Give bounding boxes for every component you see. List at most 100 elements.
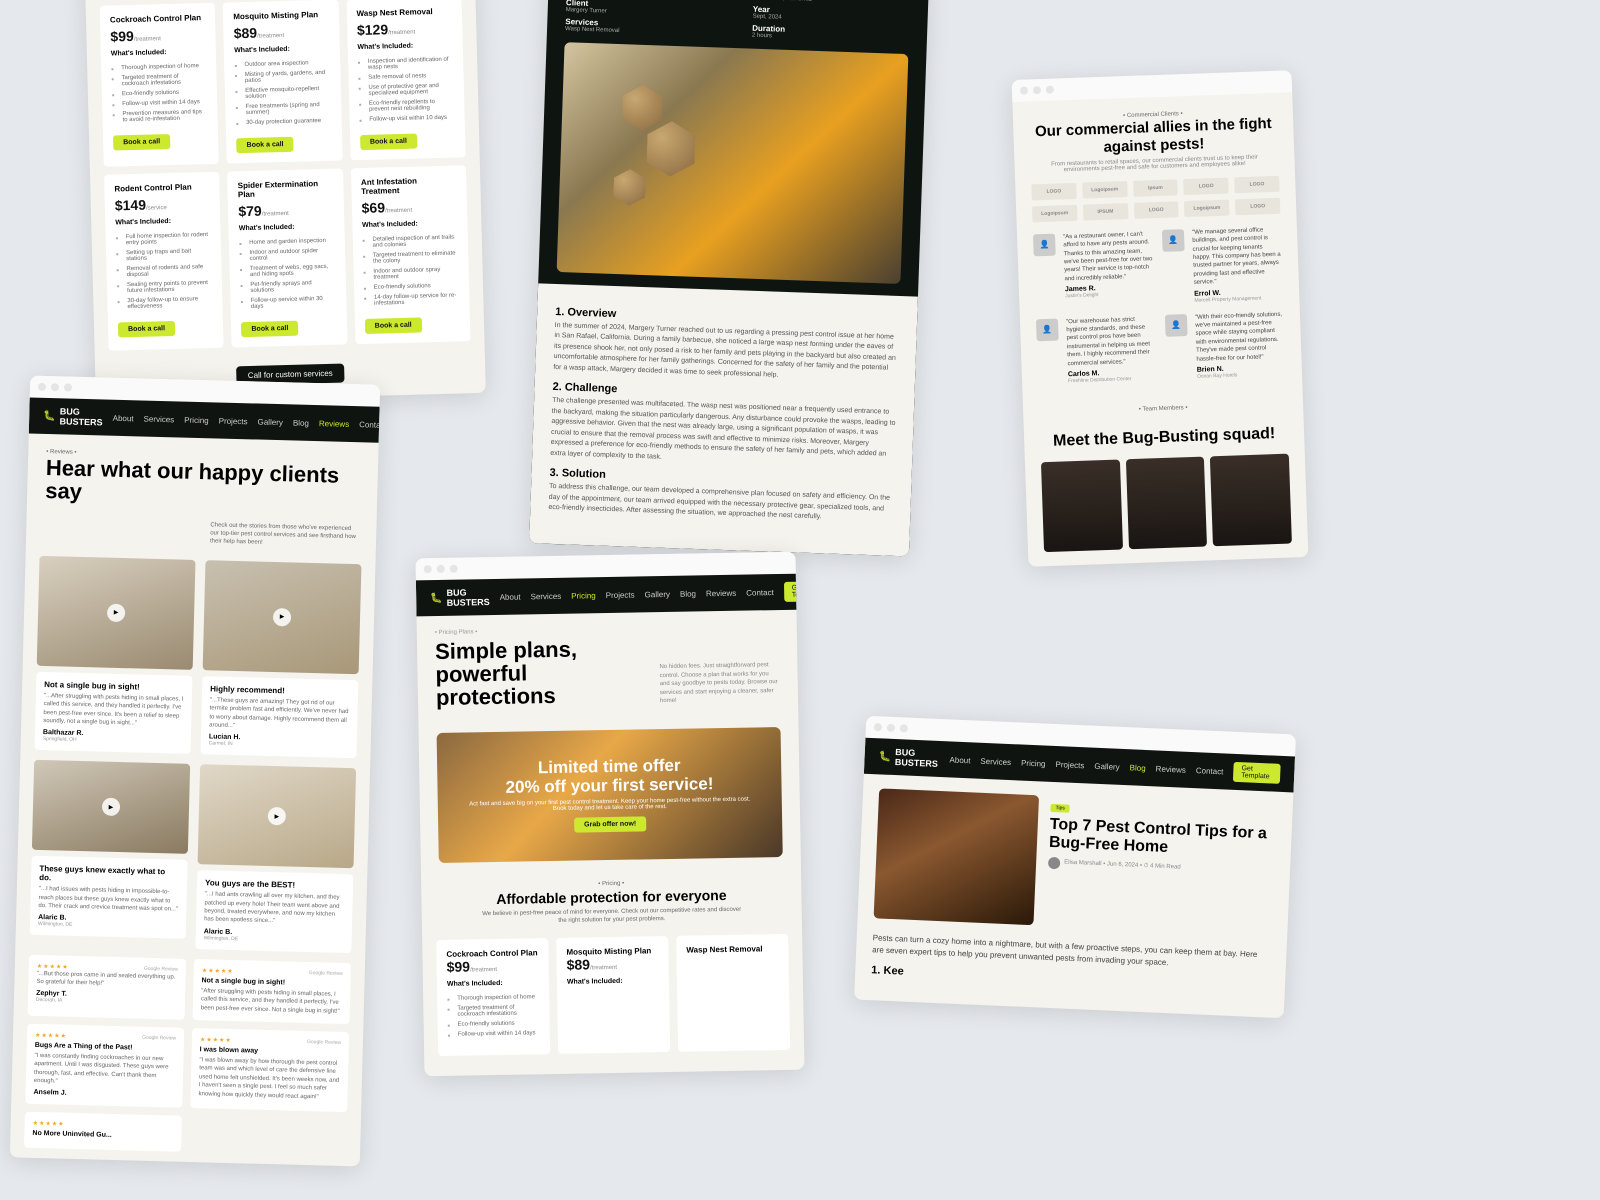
promo-line2: 20% off your first service! (505, 775, 713, 797)
brand-logo[interactable]: BUG BUSTERS (430, 587, 490, 608)
nav-link[interactable]: Projects (1055, 760, 1084, 770)
text-reviews-grid: ★★★★★Google Review "...But those pros ca… (10, 944, 365, 1166)
testimonial: 👤"Our warehouse has strict hygiene stand… (1036, 315, 1157, 385)
whats-included-label: What's Included: (115, 217, 210, 226)
plan-name: Wasp Nest Removal (356, 6, 452, 17)
plan-name: Cockroach Control Plan (110, 13, 206, 24)
nav-link[interactable]: Services (980, 756, 1011, 766)
case-study-window: al at Suburban ...control issue at her h… (529, 0, 931, 556)
blog-hero: Tips Top 7 Pest Control Tips for a Bug-F… (857, 774, 1293, 951)
nav-link[interactable]: Blog (680, 589, 696, 598)
grab-offer-button[interactable]: Grab offer now! (574, 817, 646, 833)
nav-link[interactable]: Services (143, 414, 174, 424)
star-rating: ★★★★★ (35, 1032, 67, 1040)
allies-sub: From restaurants to retail spaces, our c… (1050, 154, 1258, 173)
video-review: ▶ These guys knew exactly what to do."..… (29, 760, 190, 949)
review-video-thumb[interactable]: ▶ (32, 760, 190, 854)
avatar: 👤 (1162, 229, 1185, 252)
book-call-button[interactable]: Book a call (113, 134, 170, 150)
nav-link[interactable]: Contact (1196, 766, 1224, 776)
nav-link[interactable]: Blog (1129, 763, 1145, 773)
team-member[interactable] (1210, 453, 1292, 546)
nav-link[interactable]: Services (530, 591, 561, 601)
get-template-button[interactable]: Get Template (784, 581, 805, 602)
client-logo: Ipsum (1133, 179, 1178, 197)
video-reviews-grid: Check out the stories from those who've … (15, 512, 376, 953)
review-source: Google Review (307, 1039, 341, 1047)
plan-features: Detailed inspection of ant trails and co… (362, 232, 459, 308)
allies-window: • Commercial Clients • Our commercial al… (1012, 70, 1309, 566)
video-review: ▶ Highly recommend!"...These guys are am… (200, 560, 361, 759)
nav-link[interactable]: Gallery (1094, 761, 1120, 771)
nav-link[interactable]: Blog (293, 418, 309, 427)
play-icon[interactable]: ▶ (273, 608, 291, 626)
pricing-section2: • Pricing • Affordable protection for ev… (421, 867, 802, 941)
play-icon[interactable]: ▶ (268, 807, 286, 825)
star-rating: ★★★★★ (200, 1036, 232, 1044)
avatar: 👤 (1033, 234, 1056, 257)
nav-link[interactable]: Gallery (645, 589, 670, 598)
reviews-intro: Check out the stories from those who've … (206, 517, 363, 554)
text-review: ★★★★★Google Review "...But those pros ca… (28, 955, 187, 1020)
text-review: ★★★★★Google Review I was blown away "I w… (190, 1028, 349, 1112)
promo-desc: Act fast and save big on your first pest… (468, 797, 752, 814)
case-content: 1. OverviewIn the summer of 2024, Marger… (529, 283, 918, 556)
plan-features: Home and garden inspectionIndoor and out… (239, 236, 336, 312)
play-icon[interactable]: ▶ (107, 603, 125, 621)
book-call-button[interactable]: Book a call (360, 133, 417, 149)
nav-link[interactable]: Pricing (184, 415, 209, 425)
avatar: 👤 (1036, 318, 1059, 341)
nav-link[interactable]: About (949, 755, 970, 765)
plan-card: Cockroach Control Plan $99/treatment Wha… (100, 3, 220, 167)
review-video-thumb[interactable]: ▶ (203, 560, 362, 674)
nav-link[interactable]: Pricing (571, 591, 596, 600)
review-video-thumb[interactable]: ▶ (37, 556, 196, 670)
nav-link[interactable]: Projects (606, 590, 635, 600)
nav-link[interactable]: Reviews (319, 419, 349, 429)
pricing-side-text: No hidden fees. Just straightforward pes… (659, 661, 780, 705)
book-call-button[interactable]: Book a call (236, 137, 293, 153)
nav-link[interactable]: Contact (359, 420, 380, 430)
plan-card: Rodent Control Plan $149/service What's … (104, 172, 224, 351)
review-video-thumb[interactable]: ▶ (198, 764, 357, 868)
text-review: ★★★★★Google Review Not a single bug in s… (192, 959, 351, 1024)
nav-link[interactable]: Reviews (1155, 764, 1186, 774)
play-icon[interactable]: ▶ (102, 798, 120, 816)
blog-title: Top 7 Pest Control Tips for a Bug-Free H… (1049, 816, 1276, 863)
meta-item: ServicesWasp Nest Removal (565, 17, 722, 37)
plan-name: Spider Extermination Plan (238, 179, 334, 199)
nav-link[interactable]: Reviews (706, 588, 736, 598)
star-rating: ★★★★★ (33, 1119, 65, 1127)
reviews-hero: • Reviews • Hear what our happy clients … (27, 434, 379, 522)
get-template-button[interactable]: Get Template (1233, 762, 1281, 784)
team-member[interactable] (1126, 456, 1208, 549)
book-call-button[interactable]: Book a call (118, 321, 175, 337)
plan-name: Rodent Control Plan (114, 182, 210, 193)
book-call-button[interactable]: Book a call (241, 320, 298, 336)
nav-link[interactable]: Pricing (1021, 758, 1046, 768)
team-pill: • Team Members • (1039, 401, 1287, 418)
nav-link[interactable]: About (113, 413, 134, 423)
meta-item: Duration2 hours (752, 23, 909, 43)
team-member[interactable] (1041, 459, 1123, 552)
nav-link[interactable]: Projects (219, 416, 248, 426)
nav-link[interactable]: About (500, 592, 521, 601)
text-review: ★★★★★ No More Uninvited Gu... (24, 1111, 182, 1151)
allies-heading: Our commercial allies in the fight again… (1029, 115, 1278, 158)
plan-card: Cockroach Control Plan $99/treatment Wha… (436, 939, 550, 1057)
client-logo: LOGO (1235, 198, 1280, 216)
video-review: ▶ You guys are the BEST!"...I had ants c… (195, 764, 356, 953)
brand-logo[interactable]: BUG BUSTERS (878, 746, 940, 769)
plan-features: Outdoor area inspectionMisting of yards,… (234, 58, 331, 128)
book-call-button[interactable]: Book a call (365, 317, 422, 333)
section-body: The challenge presented was multifaceted… (550, 396, 896, 471)
nav-links: About Services Pricing Projects Gallery Blog R… (490, 588, 774, 602)
plan-features: Thorough inspection of homeTargeted trea… (111, 61, 208, 125)
nav-link[interactable]: Gallery (257, 417, 283, 427)
brand-logo[interactable]: BUG BUSTERS (43, 406, 103, 428)
whats-included-label: What's Included: (234, 45, 329, 54)
whats-included-label: What's Included: (111, 48, 206, 57)
nav-link[interactable]: Contact (746, 588, 774, 597)
client-logo: LOGO (1184, 177, 1229, 195)
blog-tag[interactable]: Tips (1050, 804, 1070, 813)
